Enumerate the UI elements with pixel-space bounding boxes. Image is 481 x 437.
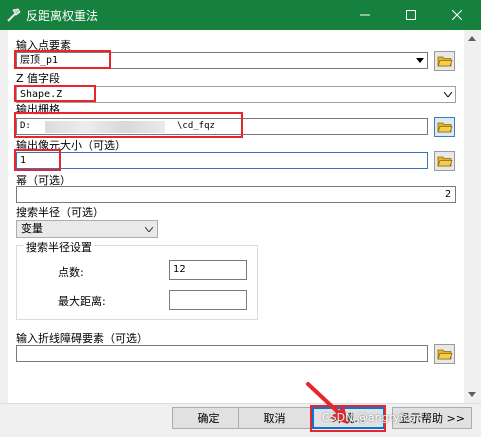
watermark: CSDN @angryfcar xyxy=(322,411,421,424)
barrier-field[interactable] xyxy=(16,345,428,362)
close-icon xyxy=(452,10,462,20)
browse-cell-size-button[interactable] xyxy=(434,151,455,171)
input-point-field[interactable]: 层顶_p1 xyxy=(16,52,428,69)
folder-open-icon xyxy=(436,156,453,167)
maximize-button[interactable] xyxy=(388,0,434,30)
window-title: 反距离权重法 xyxy=(26,9,99,23)
minimize-button[interactable] xyxy=(342,0,388,30)
search-radius-select[interactable]: 变量 xyxy=(16,220,158,238)
hammer-tool-icon xyxy=(7,8,21,22)
chevron-down-icon xyxy=(145,227,153,232)
browse-input-button[interactable] xyxy=(434,51,455,71)
folder-open-icon xyxy=(436,122,453,133)
search-radius-group-title: 搜索半径设置 xyxy=(24,239,94,255)
search-radius-label: 搜索半径（可选） xyxy=(16,206,104,219)
scroll-down-icon[interactable] xyxy=(468,392,476,397)
minimize-icon xyxy=(360,14,370,16)
folder-open-icon xyxy=(436,349,453,360)
button-bar-separator xyxy=(0,403,481,404)
max-distance-field[interactable] xyxy=(169,290,247,310)
chevron-down-icon[interactable] xyxy=(444,92,452,97)
folder-open-icon xyxy=(436,56,453,67)
redacted-path xyxy=(45,121,165,133)
browse-barrier-button[interactable] xyxy=(434,344,455,364)
power-field[interactable]: 2 xyxy=(16,186,456,203)
barrier-label: 输入折线障碍要素（可选） xyxy=(16,332,148,345)
close-button[interactable] xyxy=(434,0,480,30)
scroll-up-icon[interactable] xyxy=(468,36,476,41)
output-raster-label: 输出栅格 xyxy=(16,103,60,116)
input-point-label: 输入点要素 xyxy=(16,39,71,52)
title-bar: 反距离权重法 xyxy=(0,0,481,30)
cell-size-field[interactable]: 1 xyxy=(16,152,428,169)
z-field-label: Z 值字段 xyxy=(16,72,61,85)
search-radius-value: 变量 xyxy=(21,222,43,235)
chevron-down-icon[interactable] xyxy=(416,58,424,63)
num-points-field[interactable]: 12 xyxy=(169,260,247,280)
output-raster-field[interactable]: D: \cd_fqz xyxy=(16,118,428,135)
maximize-icon xyxy=(406,10,416,20)
cell-size-label: 输出像元大小（可选） xyxy=(16,139,126,152)
output-raster-prefix: D: xyxy=(20,121,31,131)
num-points-label: 点数: xyxy=(58,266,84,279)
max-distance-label: 最大距离: xyxy=(58,295,106,308)
output-raster-suffix: \cd_fqz xyxy=(177,121,215,131)
vertical-scrollbar[interactable] xyxy=(464,30,481,403)
browse-output-button[interactable] xyxy=(434,117,455,137)
ok-button[interactable]: 确定 xyxy=(172,407,245,429)
z-field-dropdown[interactable]: Shape.Z xyxy=(16,86,456,103)
